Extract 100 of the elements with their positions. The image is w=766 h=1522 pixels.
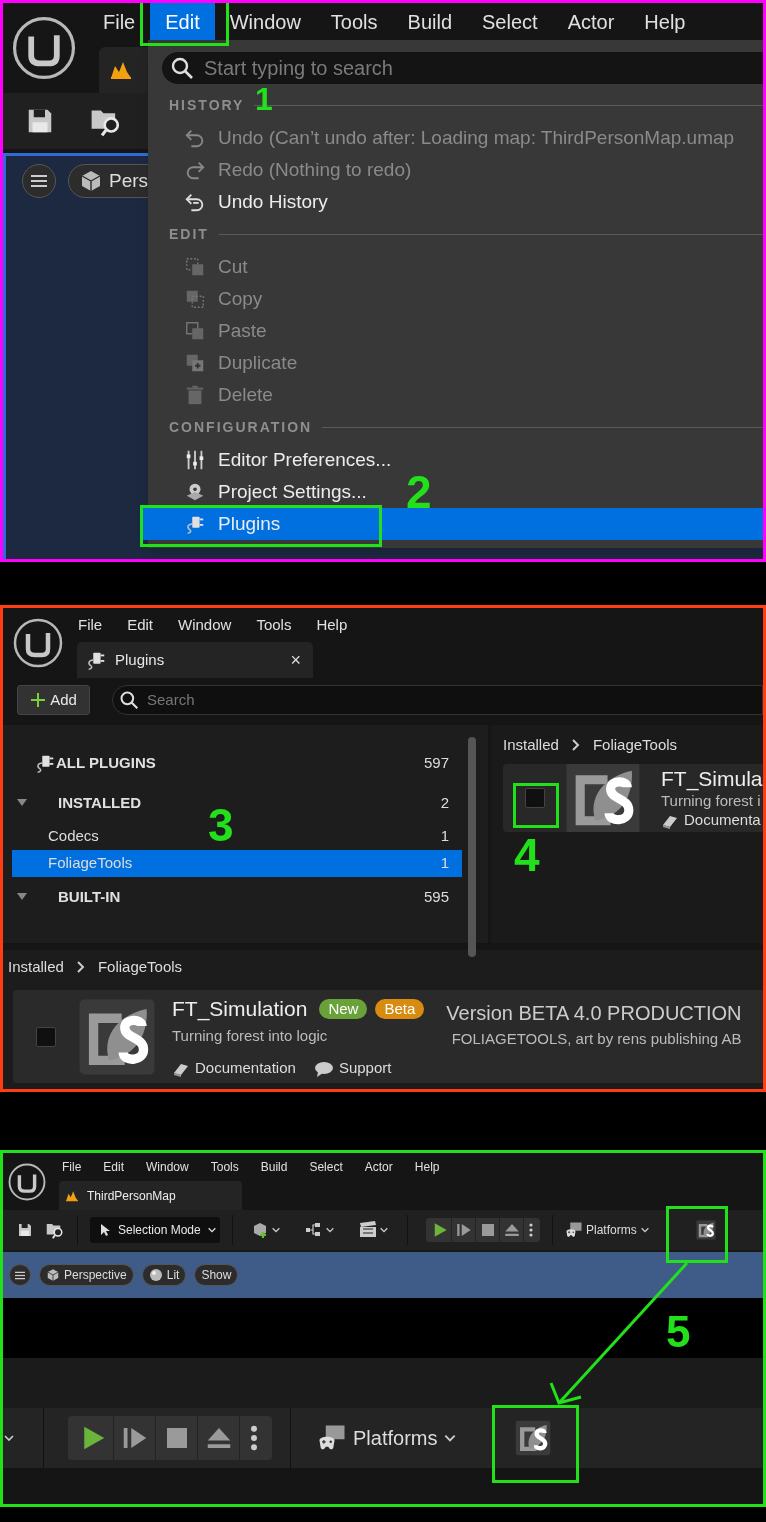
menu-entry[interactable]: Editor Preferences... bbox=[140, 444, 400, 476]
menu-item[interactable]: Window bbox=[146, 1158, 189, 1176]
step-number: 5 bbox=[666, 1310, 691, 1354]
add-button[interactable]: Add bbox=[17, 685, 90, 715]
highlight-frame bbox=[666, 1206, 728, 1263]
cut-icon bbox=[184, 256, 206, 278]
plugin-logo-icon bbox=[695, 1220, 716, 1240]
plugins-tab[interactable]: Plugins × bbox=[77, 642, 313, 678]
plugin-toolbar-button[interactable] bbox=[695, 1220, 716, 1240]
category-label[interactable]: BUILT-IN bbox=[58, 885, 121, 909]
plugin-title: FT_Simulation bbox=[172, 996, 308, 1023]
search-field[interactable]: Start typing to search bbox=[162, 52, 763, 84]
plugin-logo-icon bbox=[565, 764, 641, 832]
menu-entry[interactable]: Plugins bbox=[140, 508, 763, 540]
viewport-button[interactable]: Perspective bbox=[39, 1264, 134, 1286]
menu-item[interactable]: Actor bbox=[364, 1158, 393, 1176]
cube-icon bbox=[79, 169, 103, 193]
highlight-frame bbox=[513, 783, 559, 828]
menu-button[interactable] bbox=[22, 164, 56, 198]
menu-icon bbox=[15, 1270, 25, 1280]
chevron-down-icon bbox=[271, 1225, 281, 1235]
mode-dropdown[interactable]: Selection Mode bbox=[90, 1217, 220, 1243]
menu-item[interactable]: Edit bbox=[103, 1158, 125, 1176]
menu-item[interactable]: Edit bbox=[150, 3, 215, 40]
menu-item[interactable]: File bbox=[62, 1158, 82, 1176]
breadcrumb-link[interactable]: FoliageTools bbox=[592, 733, 678, 757]
menu-entry[interactable]: Project Settings... bbox=[140, 476, 375, 508]
sliders-icon bbox=[184, 449, 206, 471]
documentation-link[interactable]: Documentation bbox=[195, 1057, 296, 1080]
plugin-category-item[interactable]: Codecs bbox=[48, 825, 99, 848]
menu-item[interactable]: Help bbox=[629, 3, 701, 40]
chevron-right-icon bbox=[75, 961, 86, 973]
item-count: 595 bbox=[423, 886, 449, 907]
menu-item[interactable]: Edit bbox=[127, 613, 154, 637]
chevron-down-icon bbox=[3, 1432, 15, 1444]
plus-icon bbox=[30, 692, 47, 708]
breadcrumb-link[interactable]: Installed bbox=[8, 955, 64, 979]
kebab-icon bbox=[250, 1425, 258, 1451]
map-icon bbox=[65, 1189, 79, 1202]
menu-item[interactable]: Tools bbox=[256, 613, 292, 637]
expand-arrow-icon[interactable] bbox=[16, 892, 28, 902]
checkbox[interactable] bbox=[36, 1026, 56, 1047]
menu-item[interactable]: Tools bbox=[210, 1158, 239, 1176]
status-badge: New bbox=[319, 999, 368, 1019]
menu-item[interactable]: Build bbox=[392, 3, 468, 40]
plugin-description: Turning forest i bbox=[661, 792, 762, 812]
settings-icon bbox=[184, 481, 206, 503]
breadcrumb-link[interactable]: FoliageTools bbox=[97, 955, 183, 979]
paste-icon bbox=[184, 320, 206, 342]
menu-item[interactable]: Window bbox=[214, 3, 316, 40]
documentation-link[interactable]: Documenta bbox=[684, 811, 761, 830]
checkbox[interactable] bbox=[525, 788, 545, 808]
undo-icon bbox=[184, 127, 206, 149]
viewport-button[interactable]: Show bbox=[194, 1264, 239, 1286]
menu-item[interactable]: Select bbox=[309, 1158, 343, 1176]
menu-item[interactable]: Help bbox=[414, 1158, 440, 1176]
speech-bubble-icon bbox=[313, 1060, 334, 1077]
menu-item[interactable]: File bbox=[78, 613, 103, 637]
plugin-title: FT_Simula bbox=[661, 766, 763, 793]
platforms-dropdown[interactable]: Platforms bbox=[565, 1221, 650, 1239]
version-label: Version BETA 4.0 PRODUCTION bbox=[446, 1001, 742, 1026]
menu-item[interactable]: Help bbox=[316, 613, 348, 637]
document-tab[interactable]: ThirdPersonMap bbox=[59, 1181, 242, 1210]
duplicate-icon bbox=[184, 352, 206, 374]
plugin-toolbar-button[interactable] bbox=[515, 1420, 552, 1456]
support-link[interactable]: Support bbox=[338, 1057, 392, 1080]
map-icon bbox=[109, 60, 133, 80]
item-count: 597 bbox=[423, 752, 449, 773]
item-count: 1 bbox=[440, 826, 449, 847]
expand-arrow-icon[interactable] bbox=[16, 798, 28, 808]
step-number: 3 bbox=[208, 802, 234, 848]
menu-item[interactable]: Window bbox=[178, 613, 232, 637]
cube-icon bbox=[46, 1268, 60, 1282]
menu-item[interactable]: Actor bbox=[552, 3, 630, 40]
unreal-logo-icon bbox=[13, 618, 63, 668]
sphere-icon bbox=[148, 1268, 163, 1282]
menu-item[interactable]: File bbox=[88, 3, 151, 40]
cursor-icon bbox=[98, 1223, 112, 1237]
scrollbar[interactable] bbox=[468, 737, 476, 957]
category-label[interactable]: INSTALLED bbox=[58, 791, 142, 815]
platforms-dropdown[interactable]: Platforms bbox=[317, 1423, 458, 1453]
add-actor-button[interactable] bbox=[251, 1221, 281, 1239]
menu-item[interactable]: Build bbox=[260, 1158, 288, 1176]
menu-item[interactable]: Select bbox=[467, 3, 553, 40]
author-label: FOLIAGETOOLS, art by rens publishing AB bbox=[451, 1029, 742, 1049]
category-label[interactable]: ALL PLUGINS bbox=[56, 751, 156, 775]
copy-icon bbox=[184, 288, 206, 310]
chevron-down-icon bbox=[379, 1225, 389, 1235]
plugin-category-item[interactable]: FoliageTools 1 bbox=[12, 850, 462, 877]
history-icon bbox=[184, 191, 206, 213]
step-number: 1 bbox=[255, 83, 273, 115]
blueprint-button[interactable] bbox=[305, 1221, 335, 1239]
menu-button[interactable] bbox=[9, 1264, 31, 1286]
menu-item[interactable]: Tools bbox=[315, 3, 393, 40]
close-button[interactable]: × bbox=[290, 646, 313, 674]
breadcrumb-link[interactable]: Installed bbox=[503, 733, 559, 757]
clapperboard-button[interactable] bbox=[359, 1221, 389, 1239]
search-field[interactable]: Search bbox=[112, 685, 763, 715]
viewport-button[interactable]: Lit bbox=[141, 1264, 187, 1286]
search-placeholder: Search bbox=[147, 689, 195, 710]
